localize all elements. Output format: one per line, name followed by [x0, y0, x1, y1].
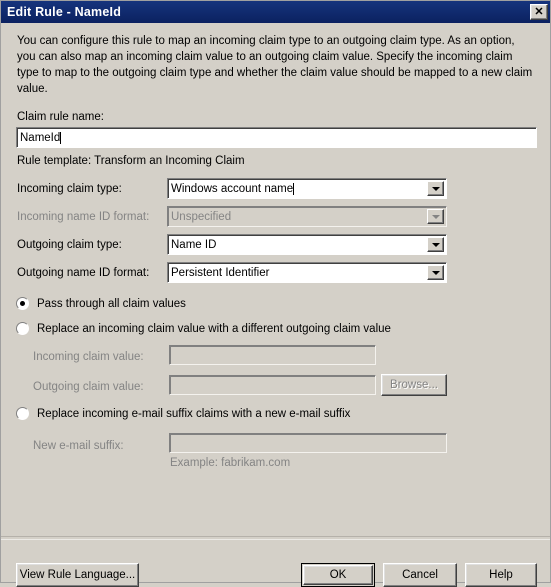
browse-button-label: Browse...: [390, 379, 438, 391]
ok-button-label: OK: [329, 569, 347, 581]
browse-button: Browse...: [381, 374, 447, 396]
title-bar: Edit Rule - NameId ✕: [1, 1, 550, 23]
outgoing-claim-type-dropdown-button[interactable]: [427, 237, 444, 252]
claim-rule-name-input[interactable]: NameId: [16, 127, 537, 148]
claim-rule-name-value: NameId: [20, 131, 61, 144]
radio-replace-email-suffix-label: Replace incoming e-mail suffix claims wi…: [37, 407, 351, 420]
incoming-name-id-format-dropdown: Unspecified: [167, 206, 447, 227]
incoming-name-id-format-label: Incoming name ID format:: [17, 211, 150, 223]
radio-indicator-unselected: [16, 322, 29, 335]
window-title: Edit Rule - NameId: [7, 5, 122, 19]
incoming-claim-type-dropdown[interactable]: Windows account name: [167, 178, 447, 199]
incoming-claim-type-label: Incoming claim type:: [17, 183, 122, 195]
claim-rule-name-label: Claim rule name:: [17, 111, 104, 123]
incoming-name-id-format-dropdown-button: [427, 209, 444, 224]
incoming-claim-type-dropdown-button[interactable]: [427, 181, 444, 196]
outgoing-name-id-format-dropdown[interactable]: Persistent Identifier: [167, 262, 447, 283]
chevron-down-icon: [431, 214, 440, 219]
outgoing-name-id-format-dropdown-button[interactable]: [427, 265, 444, 280]
dialog-body: You can configure this rule to map an in…: [1, 23, 550, 587]
view-rule-language-label: View Rule Language...: [19, 569, 136, 581]
radio-dot: [20, 301, 25, 306]
edit-rule-dialog: Edit Rule - NameId ✕ You can configure t…: [0, 0, 551, 587]
footer-separator: [1, 536, 550, 540]
radio-indicator-selected: [16, 297, 29, 310]
cancel-button[interactable]: Cancel: [383, 563, 457, 587]
ok-button[interactable]: OK: [301, 563, 375, 587]
help-button[interactable]: Help: [465, 563, 537, 587]
close-button[interactable]: ✕: [530, 4, 548, 20]
outgoing-claim-type-dropdown[interactable]: Name ID: [167, 234, 447, 255]
radio-replace-value-label: Replace an incoming claim value with a d…: [37, 322, 391, 335]
intro-description: You can configure this rule to map an in…: [17, 35, 533, 95]
outgoing-name-id-format-label: Outgoing name ID format:: [17, 267, 150, 279]
radio-replace-incoming-claim-value[interactable]: Replace an incoming claim value with a d…: [16, 322, 391, 335]
help-button-label: Help: [489, 569, 513, 581]
incoming-claim-value-input: [169, 345, 376, 365]
outgoing-claim-value-label: Outgoing claim value:: [33, 381, 144, 393]
new-email-suffix-input: [169, 433, 447, 453]
outgoing-claim-type-label: Outgoing claim type:: [17, 239, 122, 251]
new-email-suffix-label: New e-mail suffix:: [33, 440, 124, 452]
outgoing-claim-value-input: [169, 375, 376, 395]
incoming-claim-type-value: Windows account name: [171, 182, 294, 195]
cancel-button-label: Cancel: [402, 569, 438, 581]
view-rule-language-button[interactable]: View Rule Language...: [16, 563, 139, 587]
email-suffix-example-hint: Example: fabrikam.com: [170, 457, 291, 469]
outgoing-claim-type-value: Name ID: [171, 238, 217, 251]
text-caret: [60, 131, 62, 144]
outgoing-name-id-format-value: Persistent Identifier: [171, 266, 270, 279]
radio-replace-email-suffix[interactable]: Replace incoming e-mail suffix claims wi…: [16, 407, 350, 420]
incoming-claim-value-label: Incoming claim value:: [33, 351, 144, 363]
radio-indicator-unselected: [16, 407, 29, 420]
rule-template-text: Rule template: Transform an Incoming Cla…: [17, 155, 245, 167]
ok-button-inner: OK: [303, 565, 373, 585]
chevron-down-icon: [431, 270, 440, 275]
radio-pass-through-all-claim-values[interactable]: Pass through all claim values: [16, 297, 186, 310]
radio-pass-through-label: Pass through all claim values: [37, 297, 186, 310]
close-icon: ✕: [534, 5, 544, 18]
incoming-claim-type-value-wrap: Windows account name: [168, 179, 427, 198]
chevron-down-icon: [431, 186, 440, 191]
combo-caret: [293, 182, 295, 195]
chevron-down-icon: [431, 242, 440, 247]
incoming-name-id-format-value: Unspecified: [171, 210, 232, 223]
